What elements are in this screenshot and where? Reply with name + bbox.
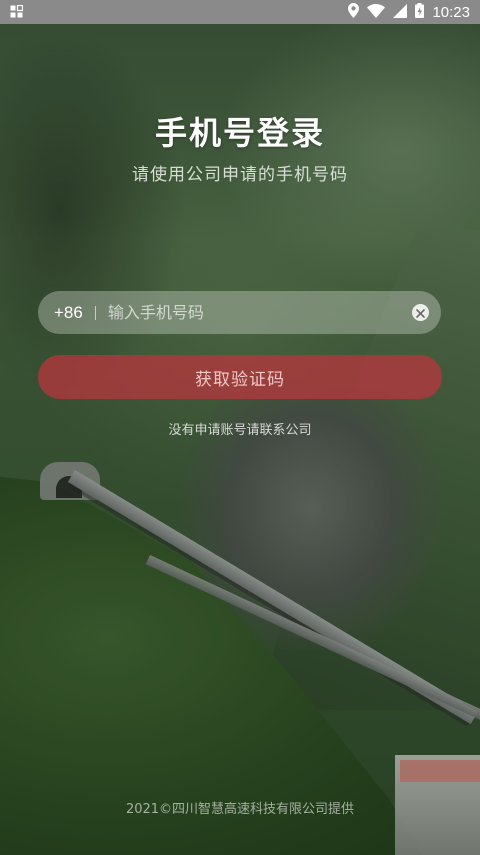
app-notification-icon (10, 3, 24, 22)
login-content: 手机号登录 请使用公司申请的手机号码 +86 获取验证码 没有申请账号请联系公司… (0, 0, 480, 855)
status-time: 10:23 (432, 3, 470, 21)
wifi-icon (367, 3, 386, 22)
get-verification-code-button[interactable]: 获取验证码 (38, 355, 442, 399)
clear-input-button[interactable] (412, 304, 429, 321)
close-icon (416, 303, 425, 322)
phone-number-field[interactable]: +86 (38, 291, 441, 334)
footer-copyright: 2021©四川智慧高速科技有限公司提供 (125, 802, 355, 817)
location-icon (348, 2, 360, 22)
country-code[interactable]: +86 (54, 303, 83, 323)
contact-company-hint: 没有申请账号请联系公司 (168, 423, 312, 438)
login-screen: 10:23 手机号登录 请使用公司申请的手机号码 +86 获取验证码 没有申请账… (0, 0, 480, 855)
page-title: 手机号登录 (154, 114, 325, 152)
status-bar: 10:23 (0, 0, 480, 24)
battery-icon (415, 2, 425, 22)
cellular-signal-icon (393, 3, 408, 22)
page-subtitle: 请使用公司申请的手机号码 (132, 165, 348, 185)
field-divider (94, 305, 96, 320)
phone-input[interactable] (107, 291, 412, 334)
